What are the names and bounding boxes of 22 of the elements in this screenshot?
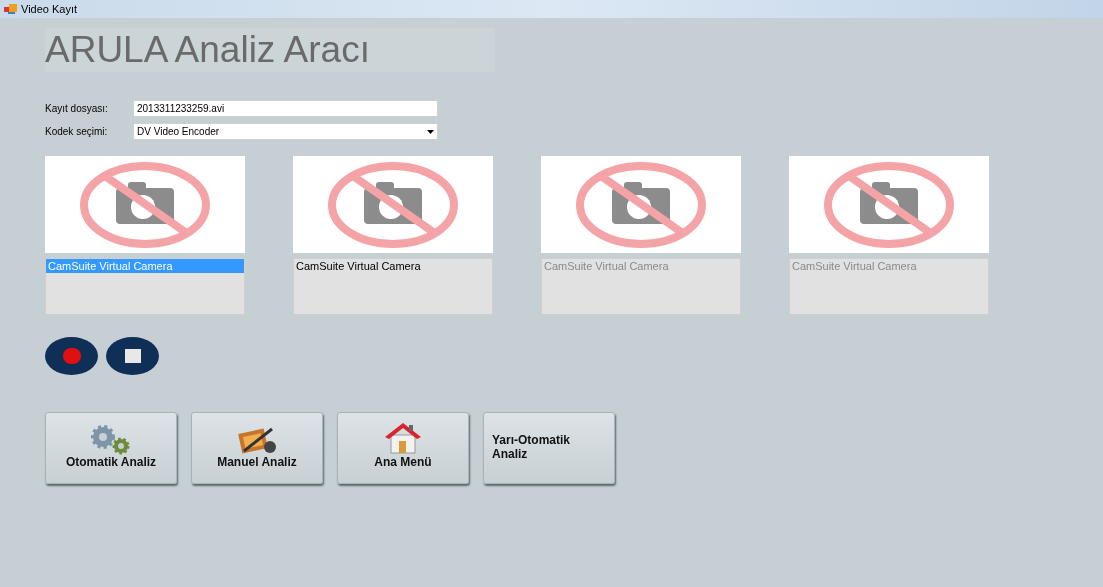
window-title: Video Kayıt <box>21 1 78 17</box>
no-camera-icon <box>80 161 210 248</box>
stop-button[interactable] <box>106 337 159 375</box>
stop-icon <box>124 349 141 363</box>
no-camera-icon <box>328 161 458 248</box>
field-label: Kodek seçimi: <box>45 125 109 139</box>
analysis-button[interactable]: Ana Menü <box>337 412 469 484</box>
file-name-field[interactable]: 2013311233259.avi <box>133 100 438 117</box>
app-icon <box>4 3 17 15</box>
record-icon <box>62 348 81 364</box>
analysis-button[interactable]: Manuel Analiz <box>191 412 323 484</box>
analysis-button[interactable]: Otomatik Analiz <box>45 412 177 484</box>
no-camera-icon <box>824 161 954 248</box>
analysis-button[interactable]: Yarı-Otomatik Analiz <box>483 412 615 484</box>
camera-list-item[interactable]: CamSuite Virtual Camera <box>294 259 492 273</box>
record-button[interactable] <box>45 337 98 375</box>
field-label: Kayıt dosyası: <box>45 102 109 116</box>
caret-icon <box>427 129 434 134</box>
no-camera-icon <box>576 161 706 248</box>
app-heading: ARULA Analiz Aracı <box>45 28 495 72</box>
codec-dropdown[interactable]: DV Video Encoder <box>133 123 438 140</box>
camera-list[interactable]: CamSuite Virtual Camera <box>293 258 493 315</box>
